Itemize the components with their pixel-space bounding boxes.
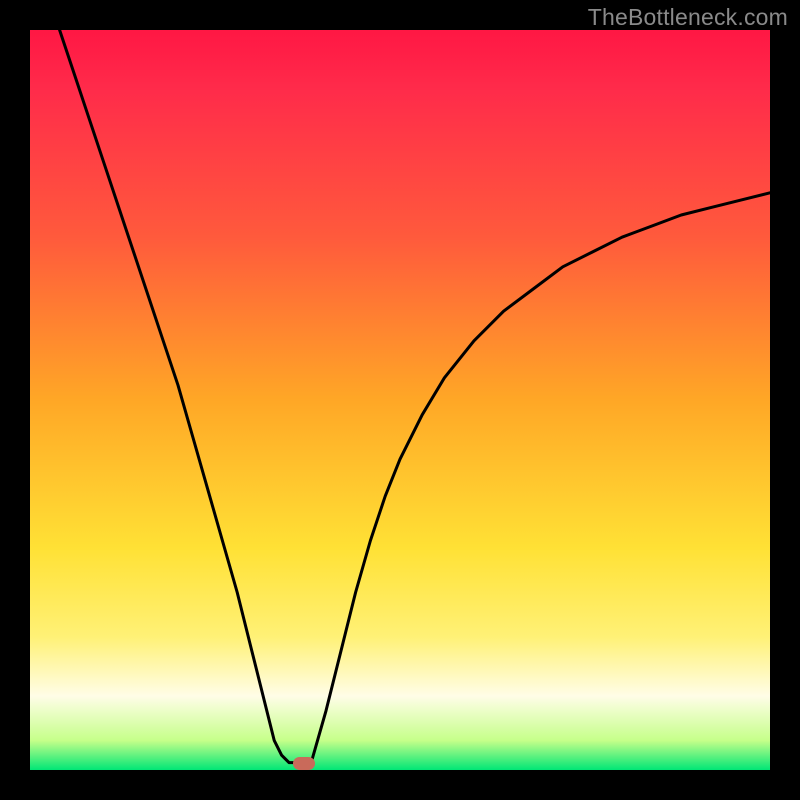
watermark-text: TheBottleneck.com <box>588 4 788 31</box>
chart-frame: TheBottleneck.com <box>0 0 800 800</box>
plot-area <box>30 30 770 770</box>
bottleneck-curve <box>30 30 770 770</box>
optimal-point-marker <box>293 757 315 770</box>
